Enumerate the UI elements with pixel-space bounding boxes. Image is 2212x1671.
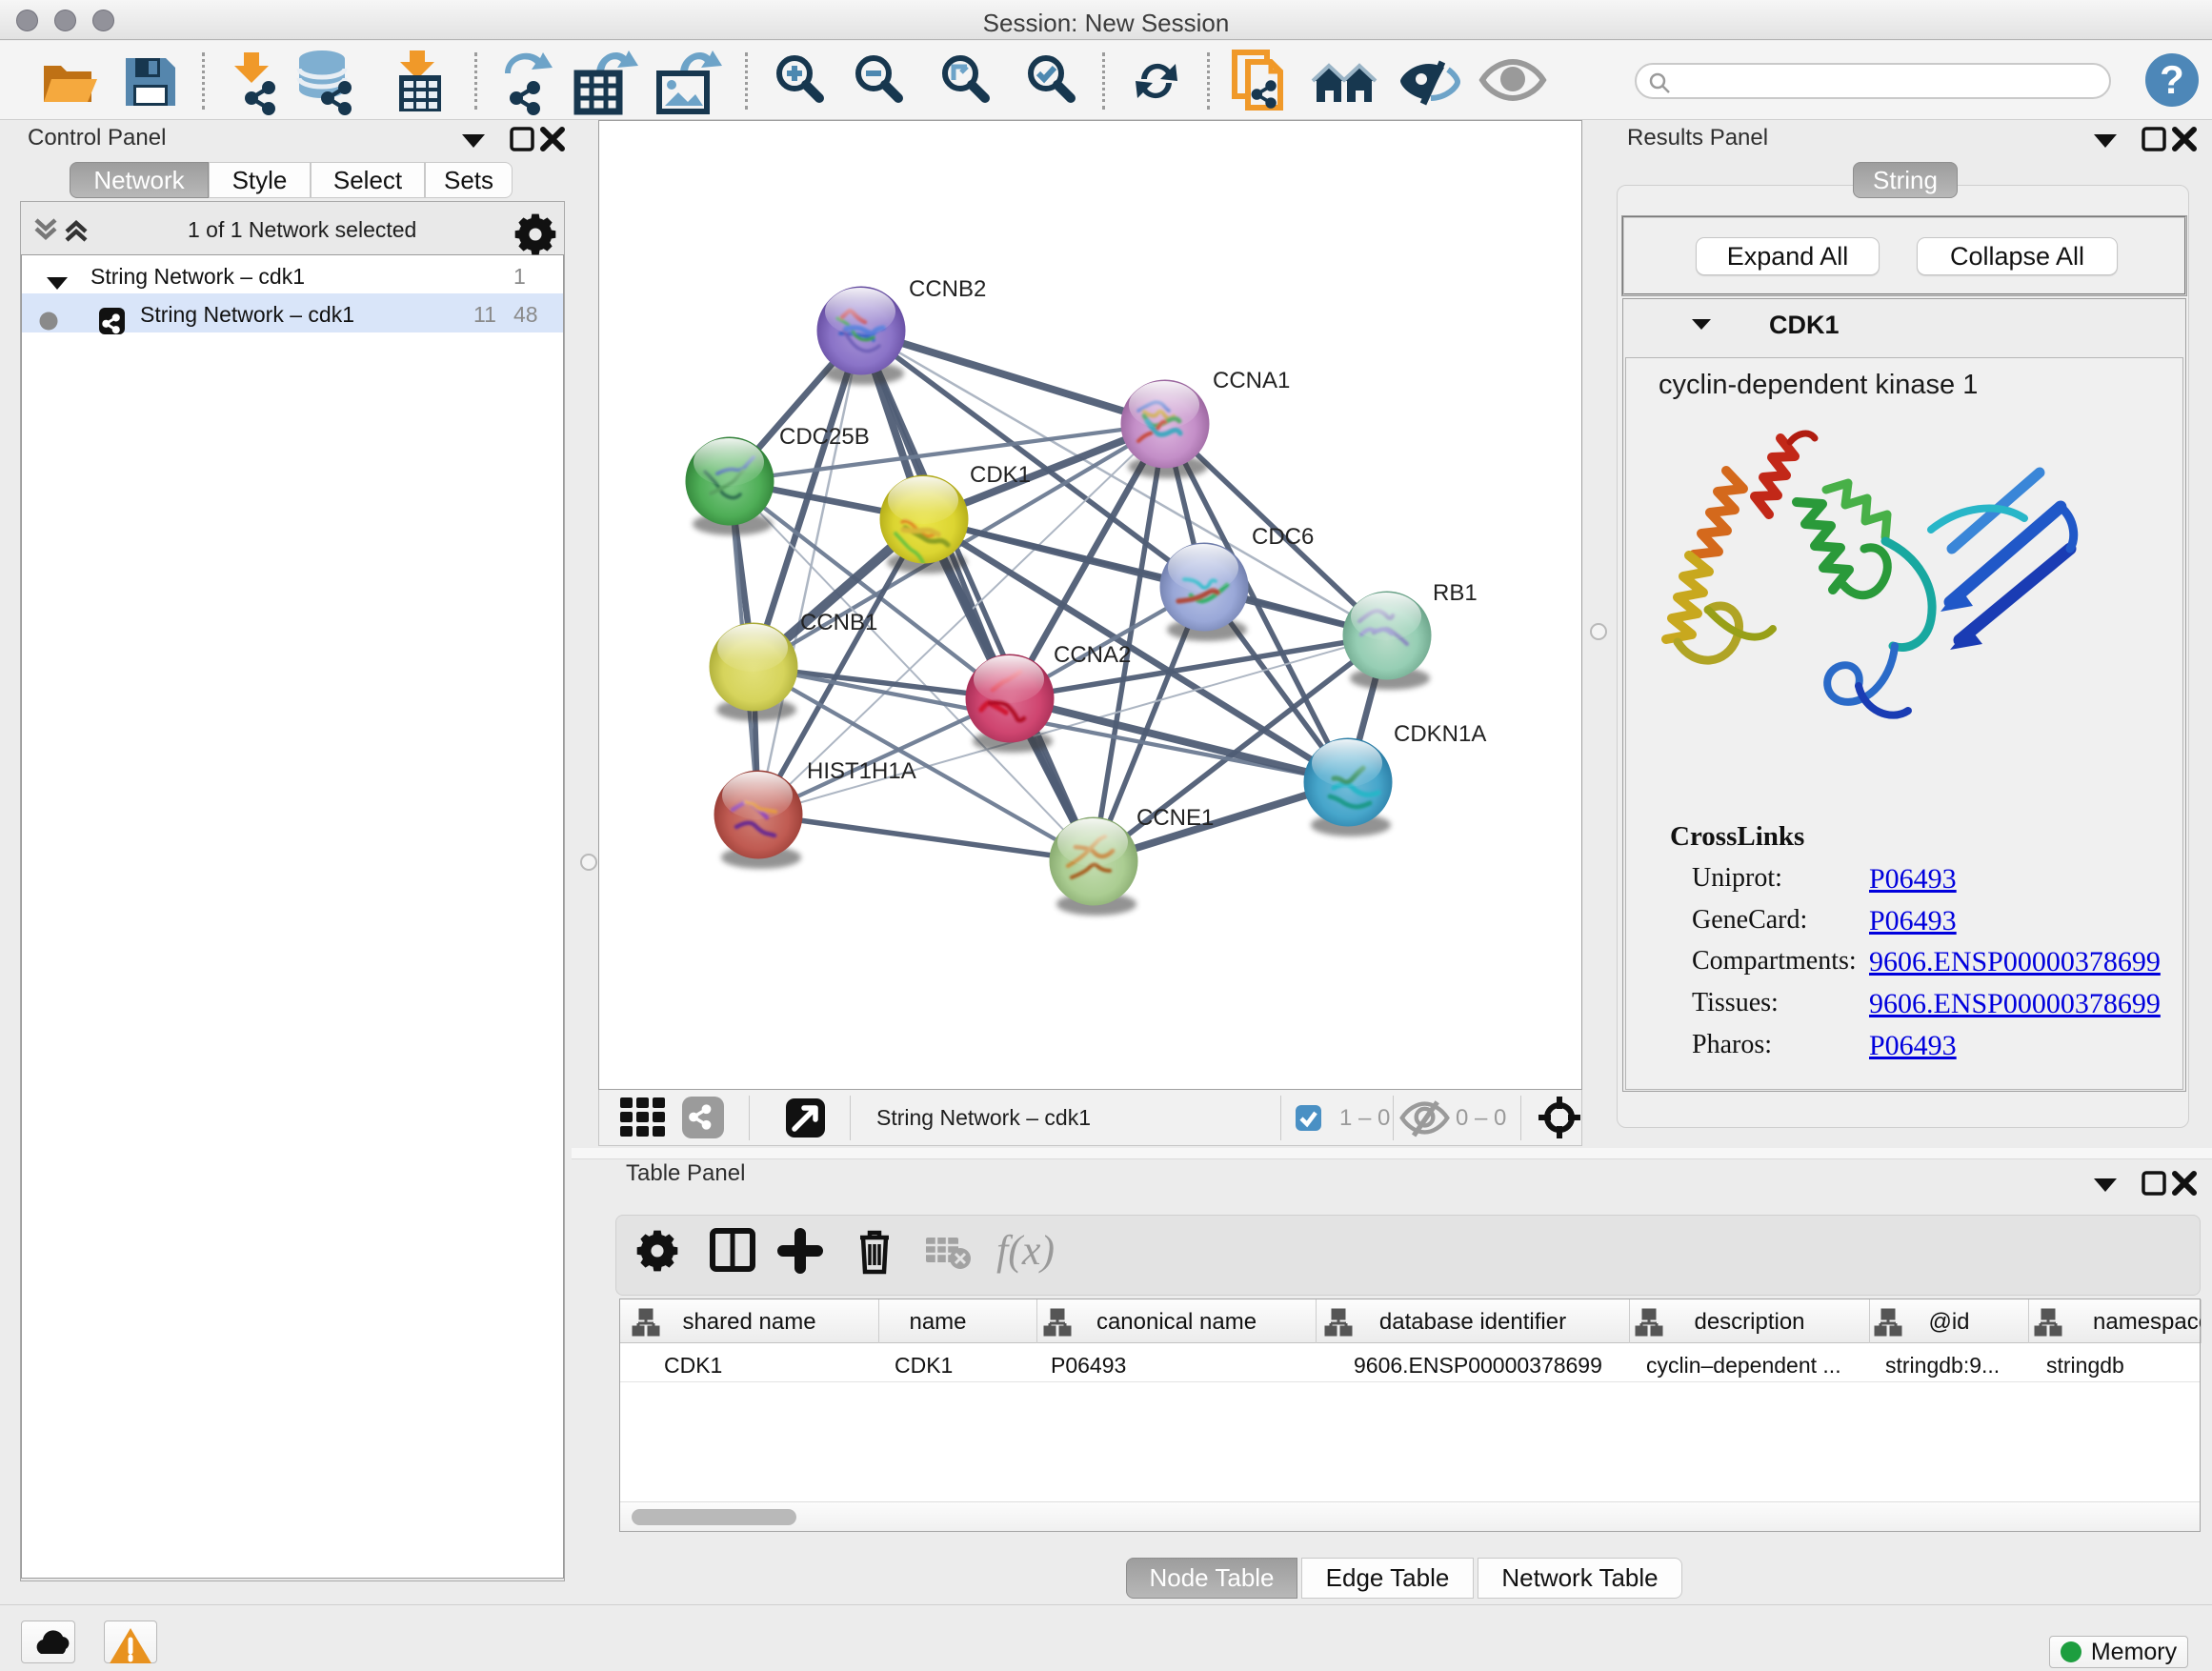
svg-text:CDC25B: CDC25B — [779, 424, 870, 450]
svg-text:CDC6: CDC6 — [1252, 524, 1314, 550]
svg-text:CCNA1: CCNA1 — [1213, 368, 1290, 393]
svg-text:HIST1H1A: HIST1H1A — [807, 758, 916, 784]
svg-text:CDK1: CDK1 — [970, 462, 1031, 488]
svg-text:CCNB1: CCNB1 — [800, 610, 877, 635]
svg-text:CCNE1: CCNE1 — [1136, 805, 1214, 831]
svg-text:CCNB2: CCNB2 — [909, 276, 986, 302]
svg-text:?: ? — [2160, 57, 2184, 102]
svg-text:CDKN1A: CDKN1A — [1394, 721, 1486, 747]
svg-text:RB1: RB1 — [1433, 580, 1478, 606]
svg-text:CCNA2: CCNA2 — [1054, 642, 1131, 668]
